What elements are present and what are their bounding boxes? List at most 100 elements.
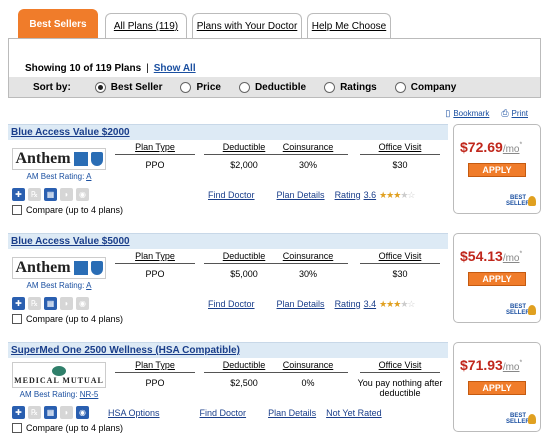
- hospital-icon[interactable]: ▦: [44, 406, 57, 419]
- not-yet-rated-link[interactable]: Not Yet Rated: [326, 408, 382, 418]
- plan-name-link[interactable]: Blue Access Value $2000: [11, 127, 130, 138]
- per-month-link[interactable]: /mo: [503, 253, 520, 264]
- sort-option-best-seller[interactable]: Best Seller: [94, 81, 163, 93]
- coinsurance-header[interactable]: Coinsurance: [268, 142, 348, 155]
- am-rating-value[interactable]: NR-5: [80, 390, 99, 399]
- apply-button[interactable]: APPLY: [468, 163, 526, 177]
- sort-option-ratings[interactable]: Ratings: [324, 81, 377, 93]
- show-all-link[interactable]: Show All: [154, 63, 196, 74]
- medical-icon[interactable]: ✚: [12, 297, 25, 310]
- plan-card: SuperMed One 2500 Wellness (HSA Compatib…: [8, 342, 541, 441]
- hsa-options-link[interactable]: HSA Options: [108, 408, 160, 418]
- dental-icon[interactable]: ◗: [60, 406, 73, 419]
- office-visit-header[interactable]: Office Visit: [360, 360, 440, 373]
- plan-type-header[interactable]: Plan Type: [115, 360, 195, 373]
- medical-icon[interactable]: ✚: [12, 188, 25, 201]
- am-best-rating: AM Best Rating: A: [12, 172, 106, 181]
- compare-option[interactable]: Compare (up to 4 plans): [12, 205, 123, 215]
- sort-option-label: Best Seller: [110, 81, 163, 93]
- am-rating-value[interactable]: A: [86, 281, 91, 290]
- am-rating-label: AM Best Rating:: [26, 281, 85, 290]
- coinsurance-header[interactable]: Coinsurance: [268, 360, 348, 373]
- vision-icon[interactable]: ◉: [76, 188, 89, 201]
- apply-button[interactable]: APPLY: [468, 381, 526, 395]
- per-month-link[interactable]: /mo: [503, 362, 520, 373]
- am-rating-label: AM Best Rating:: [19, 390, 78, 399]
- plan-header: Blue Access Value $5000: [8, 233, 448, 249]
- plan-type-header[interactable]: Plan Type: [115, 142, 195, 155]
- apply-button[interactable]: APPLY: [468, 272, 526, 286]
- rating-value[interactable]: 3.6: [364, 190, 377, 200]
- price-value: $54.13: [460, 248, 503, 264]
- best-seller-text: BEST SELLER: [506, 195, 530, 207]
- plan-feature-icons: ✚ ℞ ▦ ◗ ◉: [12, 406, 89, 419]
- dental-icon[interactable]: ◗: [60, 297, 73, 310]
- monthly-price: $71.93/mo*: [460, 357, 522, 373]
- rating-value[interactable]: 3.4: [364, 299, 377, 309]
- tab-best-sellers[interactable]: Best Sellers: [18, 9, 98, 45]
- plan-name-link[interactable]: SuperMed One 2500 Wellness (HSA Compatib…: [11, 345, 240, 356]
- find-doctor-link[interactable]: Find Doctor: [208, 299, 255, 309]
- showing-text: Showing 10 of 119 Plans: [25, 63, 142, 74]
- coinsurance-col: Coinsurance 30%: [258, 142, 358, 170]
- compare-checkbox[interactable]: [12, 423, 22, 433]
- vision-icon[interactable]: ◉: [76, 297, 89, 310]
- price-box: $72.69/mo* APPLY BEST SELLER: [453, 124, 541, 214]
- prescription-icon[interactable]: ℞: [28, 406, 41, 419]
- radio-icon[interactable]: [238, 81, 250, 93]
- office-visit-col: Office Visit $30: [352, 142, 448, 170]
- find-doctor-link[interactable]: Find Doctor: [200, 408, 247, 418]
- office-visit-col: Office Visit You pay nothing after deduct…: [352, 360, 448, 398]
- price-box: $54.13/mo* APPLY BEST SELLER: [453, 233, 541, 323]
- hospital-icon[interactable]: ▦: [44, 297, 57, 310]
- print-link[interactable]: ⎙ Print: [501, 108, 528, 119]
- prescription-icon[interactable]: ℞: [28, 188, 41, 201]
- coinsurance-value: 0%: [301, 378, 315, 388]
- bookmark-link[interactable]: ▯ Bookmark: [445, 108, 489, 119]
- plan-details-link[interactable]: Plan Details: [277, 190, 325, 200]
- plan-details-link[interactable]: Plan Details: [277, 299, 325, 309]
- compare-checkbox[interactable]: [12, 314, 22, 324]
- coinsurance-header[interactable]: Coinsurance: [268, 251, 348, 264]
- find-doctor-link[interactable]: Find Doctor: [208, 190, 255, 200]
- dental-icon[interactable]: ◗: [60, 188, 73, 201]
- prescription-icon[interactable]: ℞: [28, 297, 41, 310]
- plan-body: MEDICAL MUTUAL AM Best Rating: NR-5 Plan…: [8, 358, 448, 433]
- plan-name-link[interactable]: Blue Access Value $5000: [11, 236, 130, 247]
- plan-type-col: Plan Type PPO: [112, 142, 198, 170]
- medical-icon[interactable]: ✚: [12, 406, 25, 419]
- bookmark-label: Bookmark: [453, 109, 490, 118]
- office-visit-header[interactable]: Office Visit: [360, 251, 440, 264]
- asterisk: *: [519, 250, 523, 258]
- radio-icon[interactable]: [180, 81, 192, 93]
- am-rating-value[interactable]: A: [86, 172, 91, 181]
- radio-icon[interactable]: [394, 81, 406, 93]
- tab-plans-with-doctor[interactable]: Plans with Your Doctor: [192, 13, 302, 39]
- sort-label: Sort by:: [33, 81, 71, 93]
- plan-details-link[interactable]: Plan Details: [268, 408, 316, 418]
- compare-option[interactable]: Compare (up to 4 plans): [12, 423, 123, 433]
- rating-link[interactable]: Rating: [335, 190, 361, 200]
- plan-card: Blue Access Value $2000 Anthem AM Best R…: [8, 124, 541, 224]
- sort-option-label: Company: [410, 81, 457, 93]
- coinsurance-value: 30%: [298, 160, 317, 170]
- sort-option-price[interactable]: Price: [180, 81, 221, 93]
- sort-option-deductible[interactable]: Deductible: [238, 81, 306, 93]
- vision-icon[interactable]: ◉: [76, 406, 89, 419]
- tab-all-plans[interactable]: All Plans (119): [105, 13, 187, 39]
- radio-icon[interactable]: [324, 81, 336, 93]
- sort-option-company[interactable]: Company: [394, 81, 457, 93]
- results-count: Showing 10 of 119 Plans | Show All: [25, 63, 196, 74]
- compare-checkbox[interactable]: [12, 205, 22, 215]
- radio-selected-icon[interactable]: [94, 81, 106, 93]
- compare-option[interactable]: Compare (up to 4 plans): [12, 314, 123, 324]
- best-seller-badge: BEST SELLER: [506, 413, 536, 425]
- per-month-link[interactable]: /mo: [503, 144, 520, 155]
- tab-help-me-choose[interactable]: Help Me Choose: [307, 13, 391, 39]
- plan-type-header[interactable]: Plan Type: [115, 251, 195, 264]
- office-visit-header[interactable]: Office Visit: [360, 142, 440, 155]
- hospital-icon[interactable]: ▦: [44, 188, 57, 201]
- carrier-logo: Anthem AM Best Rating: A: [12, 257, 106, 290]
- rating-link[interactable]: Rating: [335, 299, 361, 309]
- sort-option-label: Ratings: [340, 81, 377, 93]
